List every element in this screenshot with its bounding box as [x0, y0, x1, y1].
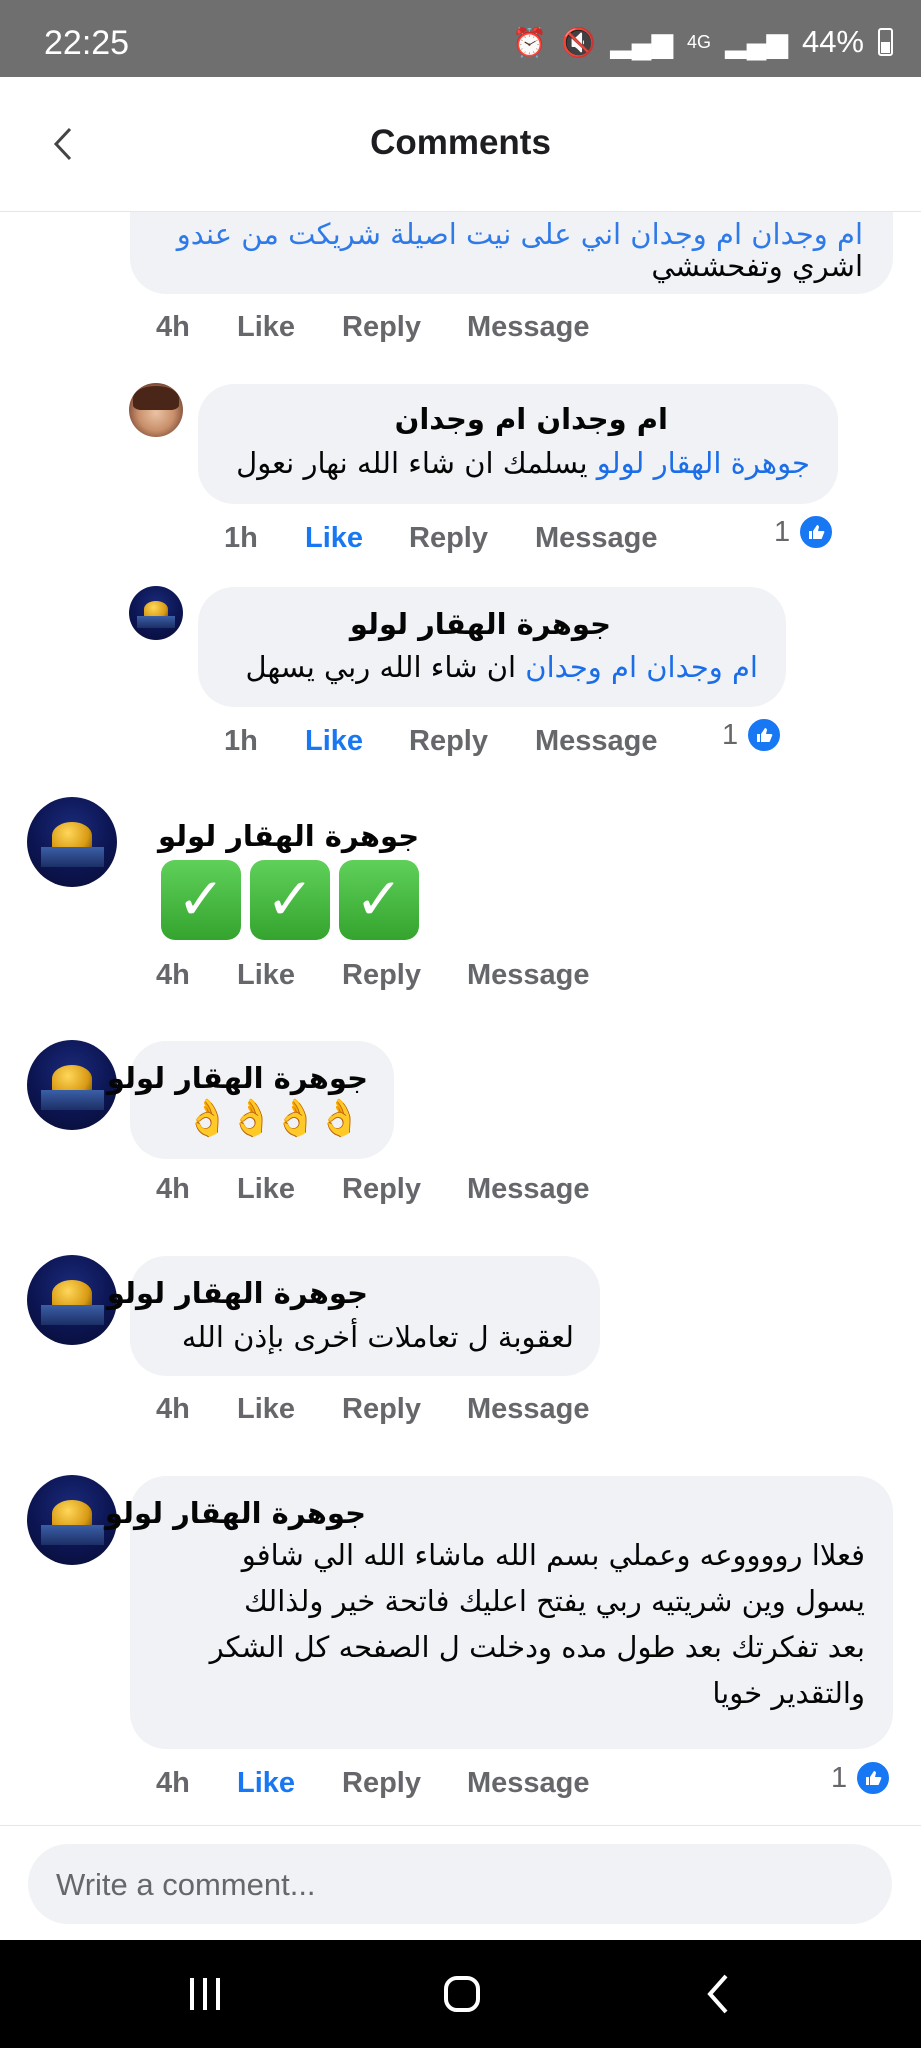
- reply-button[interactable]: Reply: [342, 959, 421, 992]
- comment-text-line: فعلاا رووووعه وعملي بسم الله ماشاء الله …: [241, 1538, 865, 1572]
- home-icon: [444, 1976, 480, 2012]
- mute-icon: 🔇: [561, 26, 597, 58]
- message-button[interactable]: Message: [467, 1767, 590, 1800]
- like-button[interactable]: Like: [237, 959, 295, 992]
- comment-author[interactable]: جوهرة الهقار لولو: [105, 1496, 366, 1530]
- comment-bubble[interactable]: ام وجدان ام وجدان اني على نيت اصيلة شريك…: [130, 211, 893, 294]
- signal-icon: ▂▄▆: [610, 26, 674, 58]
- check-mark-emoji: ✓: [339, 860, 419, 940]
- comment-input[interactable]: [54, 1860, 858, 1910]
- message-button[interactable]: Message: [467, 959, 590, 992]
- avatar[interactable]: [129, 383, 183, 437]
- comment-actions: 4h Like Reply Message: [156, 1173, 656, 1213]
- comment-time: 4h: [156, 1767, 190, 1799]
- mention-link[interactable]: جوهرة الهقار لولو: [597, 446, 810, 480]
- comment-composer: [28, 1844, 892, 1924]
- comment-author[interactable]: جوهرة الهقار لولو: [350, 607, 611, 641]
- recents-button[interactable]: [175, 1966, 235, 2022]
- comment-actions: 4h Like Reply Message: [156, 311, 656, 351]
- like-button[interactable]: Like: [305, 725, 363, 758]
- check-mark-emoji: ✓: [250, 860, 330, 940]
- comment-author[interactable]: ام وجدان ام وجدان: [395, 402, 668, 436]
- thumbs-up-icon: [798, 514, 835, 550]
- comment-text: لعقوبة ل تعاملات أخرى بإذن الله: [181, 1320, 574, 1354]
- avatar[interactable]: [27, 797, 117, 887]
- comments-list: ام وجدان ام وجدان اني على نيت اصيلة شريك…: [0, 211, 921, 1825]
- battery-percent: 44%: [801, 24, 864, 59]
- check-mark-emoji: ✓: [161, 860, 241, 940]
- comment-bubble[interactable]: جوهرة الهقار لولو لعقوبة ل تعاملات أخرى …: [107, 1256, 600, 1376]
- avatar[interactable]: [129, 586, 183, 640]
- comment-bubble[interactable]: ام وجدان ام وجدان جوهرة الهقار لولو يسلم…: [198, 384, 838, 504]
- thumbs-up-icon: [855, 1760, 892, 1796]
- ok-hand-emoji: 👌: [317, 1097, 362, 1138]
- like-button[interactable]: Like: [237, 1393, 295, 1426]
- reply-button[interactable]: Reply: [342, 311, 421, 344]
- mention-link[interactable]: ام وجدان ام وجدان: [525, 650, 758, 684]
- header: Comments: [0, 77, 921, 212]
- reply-button[interactable]: Reply: [342, 1393, 421, 1426]
- message-button[interactable]: Message: [467, 311, 590, 344]
- comment-time: 4h: [156, 1173, 190, 1205]
- back-icon: [707, 1974, 728, 2014]
- like-button[interactable]: Like: [237, 1173, 295, 1206]
- ok-hand-emoji: 👌: [185, 1097, 230, 1138]
- back-nav-button[interactable]: [690, 1966, 750, 2022]
- comment-time: 4h: [156, 959, 190, 991]
- like-button[interactable]: Like: [237, 1767, 295, 1800]
- avatar[interactable]: [27, 1255, 117, 1345]
- reply-button[interactable]: Reply: [409, 725, 488, 758]
- comment-actions: 4h Like Reply Message: [156, 1393, 656, 1433]
- thumbs-up-icon: [746, 717, 783, 753]
- ok-hand-emoji: 👌: [273, 1097, 318, 1138]
- message-button[interactable]: Message: [535, 725, 658, 758]
- comment-actions: 1h Like Reply Message: [224, 725, 704, 765]
- message-button[interactable]: Message: [535, 522, 658, 555]
- comment-time: 4h: [156, 1393, 190, 1425]
- comment-author[interactable]: جوهرة الهقار لولو: [107, 1276, 368, 1310]
- comment-bubble[interactable]: جوهرة الهقار لولو فعلاا رووووعه وعملي بس…: [105, 1476, 893, 1749]
- alarm-icon: ⏰: [512, 26, 548, 58]
- reply-button[interactable]: Reply: [342, 1767, 421, 1800]
- avatar[interactable]: [27, 1040, 117, 1130]
- home-button[interactable]: [432, 1966, 492, 2022]
- status-time: 22:25: [44, 24, 130, 62]
- recents-icon: [190, 1978, 220, 2010]
- reply-button[interactable]: Reply: [342, 1173, 421, 1206]
- comment-author[interactable]: جوهرة الهقار لولو: [158, 819, 419, 853]
- comment-time: 4h: [156, 311, 190, 343]
- comment-time: 1h: [224, 522, 258, 554]
- comment-bubble[interactable]: جوهرة الهقار لولو 👌 👌 👌 👌: [107, 1041, 394, 1159]
- reply-button[interactable]: Reply: [409, 522, 488, 555]
- like-button[interactable]: Like: [305, 522, 363, 555]
- signal-icon-2: ▂▄▆: [725, 26, 788, 58]
- avatar[interactable]: [27, 1475, 117, 1565]
- like-button[interactable]: Like: [237, 311, 295, 344]
- status-bar: 22:25 ⏰ 🔇 ▂▄▆ 4G ▂▄▆ 44%: [0, 0, 921, 77]
- status-icons: ⏰ 🔇 ▂▄▆ 4G ▂▄▆ 44%: [512, 24, 893, 60]
- comment-time: 1h: [224, 725, 258, 757]
- battery-icon: [878, 28, 893, 56]
- comment-bubble[interactable]: جوهرة الهقار لولو ام وجدان ام وجدان ان ش…: [198, 587, 786, 707]
- system-nav-bar: [0, 1940, 921, 2048]
- comment-actions: 1h Like Reply Message: [224, 522, 704, 562]
- comment-text: جوهرة الهقار لولو يسلمك ان شاء الله نهار…: [236, 446, 810, 480]
- comment-text-line: بعد تفكرتك بعد طول مده ودخلت ل الصفحه كل…: [209, 1630, 865, 1664]
- ok-hand-emoji: 👌: [229, 1097, 274, 1138]
- comment-author[interactable]: جوهرة الهقار لولو: [107, 1061, 368, 1095]
- comment-text: اشري وتفحششي: [651, 249, 863, 283]
- message-button[interactable]: Message: [467, 1173, 590, 1206]
- comment-text-line: يسول وين شريتيه ربي يفتح اعليك فاتحة خير…: [243, 1584, 865, 1618]
- comment-actions: 4h Like Reply Message: [156, 959, 656, 999]
- message-button[interactable]: Message: [467, 1393, 590, 1426]
- reaction-count[interactable]: 1: [722, 717, 783, 753]
- reaction-count[interactable]: 1: [774, 514, 835, 550]
- comment-composer-bar: [0, 1825, 921, 1941]
- comment-text: ام وجدان ام وجدان ان شاء الله ربي يسهل: [245, 650, 758, 684]
- comment-actions: 4h Like Reply Message: [156, 1767, 656, 1807]
- reaction-count[interactable]: 1: [831, 1760, 892, 1796]
- page-title: Comments: [370, 123, 551, 162]
- comment-text-line: والتقدير خويا: [712, 1676, 865, 1710]
- network-type-icon: 4G: [687, 31, 712, 52]
